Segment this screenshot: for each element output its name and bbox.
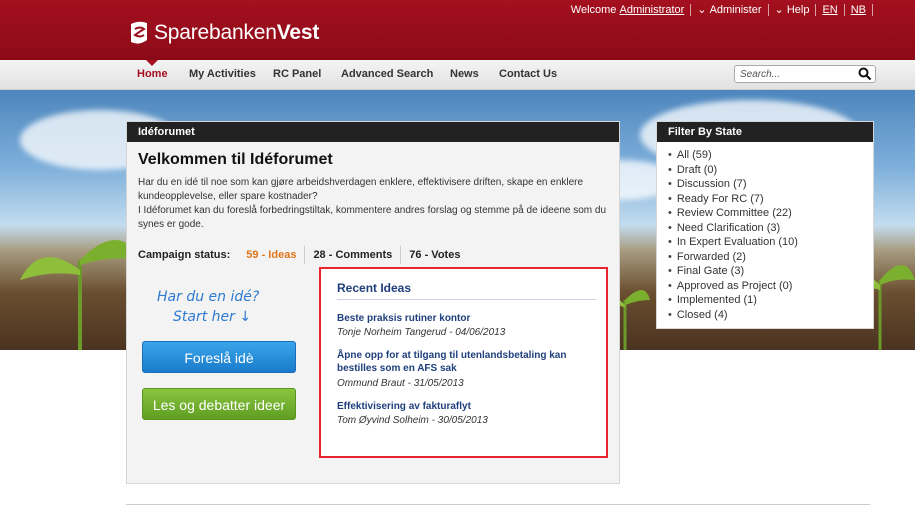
- top-bar: SparebankenVest Welcome Administrator ⌄ …: [0, 0, 915, 60]
- active-indicator: [146, 60, 158, 66]
- lang-en-link[interactable]: EN: [822, 4, 837, 16]
- ideas-count[interactable]: 59 - Ideas: [238, 249, 304, 261]
- filter-item[interactable]: Approved as Project (0): [668, 279, 873, 294]
- brand-name: Sparebanken: [154, 21, 277, 44]
- filter-item[interactable]: Need Clarification (3): [668, 221, 873, 236]
- filter-panel: Filter By State All (59) Draft (0) Discu…: [656, 121, 874, 329]
- filter-item[interactable]: Closed (4): [668, 308, 873, 323]
- idea-meta: Ommund Braut - 31/05/2013: [337, 378, 464, 389]
- votes-count: 76 - Votes: [409, 249, 461, 261]
- filter-item[interactable]: Implemented (1): [668, 293, 873, 308]
- handwritten-prompt: Har du en idé? Start her ↓: [157, 287, 259, 327]
- search-icon[interactable]: [858, 67, 872, 81]
- administer-link[interactable]: Administer: [710, 4, 762, 16]
- idea-link[interactable]: Åpne opp for at tilgang til utenlandsbet…: [337, 349, 587, 375]
- filter-item[interactable]: Review Committee (22): [668, 206, 873, 221]
- filter-item[interactable]: Forwarded (2): [668, 250, 873, 265]
- idea-meta: Tom Øyvind Solheim - 30/05/2013: [337, 415, 488, 426]
- ideforum-panel: Idéforumet Velkommen til Idéforumet Har …: [126, 121, 620, 484]
- filter-item[interactable]: Draft (0): [668, 163, 873, 178]
- top-links: Welcome Administrator ⌄ Administer ⌄ Hel…: [571, 3, 879, 16]
- page-title: Velkommen til Idéforumet: [138, 151, 333, 168]
- handwritten-line: Start her: [173, 309, 235, 325]
- nav-my-activities[interactable]: My Activities: [189, 68, 256, 80]
- logo-icon: [131, 21, 147, 44]
- search-input[interactable]: Search...: [734, 65, 876, 83]
- filter-item[interactable]: In Expert Evaluation (10): [668, 235, 873, 250]
- nav-home[interactable]: Home: [137, 68, 168, 80]
- intro-text: Har du en idé til noe som kan gjøre arbe…: [138, 176, 608, 232]
- recent-ideas-title: Recent Ideas: [337, 281, 412, 295]
- intro-paragraph: I Idéforumet kan du foreslå forbedringst…: [138, 205, 607, 230]
- idea-link[interactable]: Effektivisering av fakturaflyt: [337, 400, 587, 413]
- brand-name-bold: Vest: [276, 21, 320, 44]
- recent-ideas-box: Recent Ideas Beste praksis rutiner konto…: [319, 267, 608, 458]
- nav-contact-us[interactable]: Contact Us: [499, 68, 557, 80]
- idea-meta: Tonje Norheim Tangerud - 04/06/2013: [337, 327, 506, 338]
- nav-rc-panel[interactable]: RC Panel: [273, 68, 321, 80]
- nav-advanced-search[interactable]: Advanced Search: [341, 68, 433, 80]
- search-placeholder: Search...: [740, 69, 781, 80]
- logo[interactable]: SparebankenVest: [128, 20, 319, 46]
- intro-paragraph: Har du en idé til noe som kan gjøre arbe…: [138, 177, 584, 202]
- suggest-idea-button[interactable]: Foreslå idè: [142, 341, 296, 373]
- footer-divider: [126, 504, 870, 505]
- filter-item[interactable]: Discussion (7): [668, 177, 873, 192]
- campaign-status: Campaign status: 59 - Ideas 28 - Comment…: [138, 246, 468, 264]
- comments-count: 28 - Comments: [313, 249, 393, 261]
- help-link[interactable]: Help: [787, 4, 810, 16]
- filter-item[interactable]: All (59): [668, 148, 873, 163]
- arrow-down-icon: ↓: [239, 309, 252, 325]
- read-debate-button[interactable]: Les og debatter ideer: [142, 388, 296, 420]
- filter-item[interactable]: Final Gate (3): [668, 264, 873, 279]
- campaign-label: Campaign status:: [138, 249, 231, 261]
- nav-news[interactable]: News: [450, 68, 479, 80]
- lang-nb-link[interactable]: NB: [851, 4, 866, 16]
- seedling-image: [20, 240, 140, 350]
- filter-item[interactable]: Ready For RC (7): [668, 192, 873, 207]
- user-link[interactable]: Administrator: [619, 4, 684, 16]
- filter-title: Filter By State: [657, 122, 873, 142]
- welcome-text: Welcome: [570, 3, 617, 16]
- chevron-down-icon: ⌄: [697, 4, 707, 16]
- divider: [337, 299, 596, 300]
- handwritten-line: Har du en idé?: [157, 289, 260, 305]
- idea-link[interactable]: Beste praksis rutiner kontor: [337, 312, 587, 325]
- panel-header: Idéforumet: [127, 122, 619, 142]
- chevron-down-icon: ⌄: [774, 4, 784, 16]
- filter-list: All (59) Draft (0) Discussion (7) Ready …: [657, 142, 873, 322]
